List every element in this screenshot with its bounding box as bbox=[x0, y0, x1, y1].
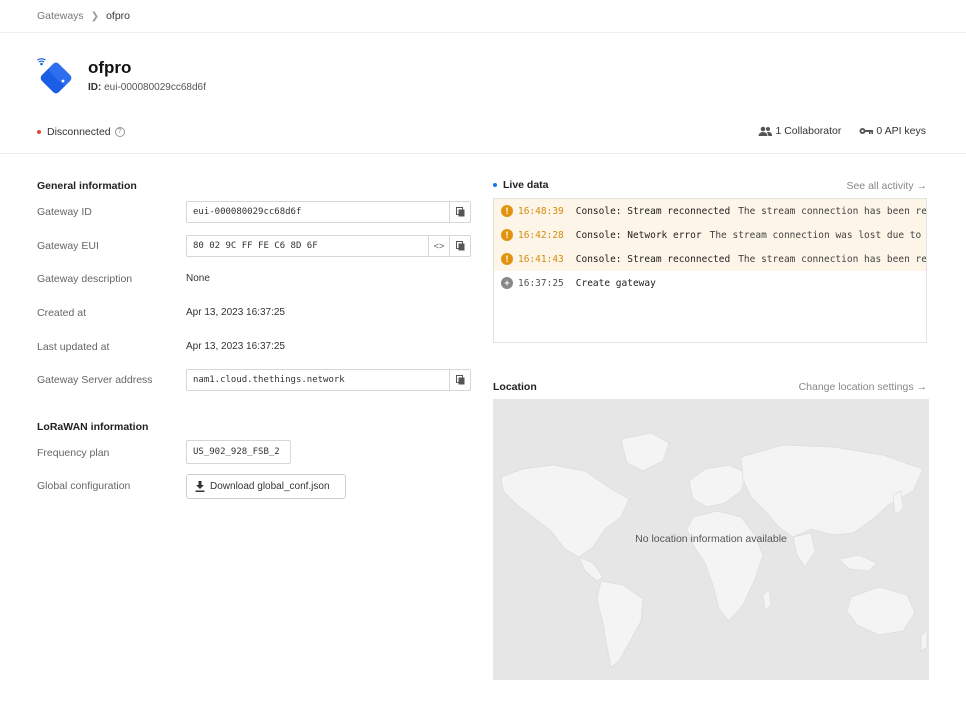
event-row[interactable]: ! 16:48:39 Console: Stream reconnected T… bbox=[494, 199, 926, 223]
collaborators-link[interactable]: 1 Collaborator bbox=[758, 125, 841, 137]
event-time: 16:42:28 bbox=[518, 229, 564, 241]
live-data-panel[interactable]: ! 16:48:39 Console: Stream reconnected T… bbox=[493, 198, 927, 343]
general-info-title: General information bbox=[37, 180, 137, 192]
event-name: Create gateway bbox=[575, 277, 656, 289]
event-name: Console: Network error bbox=[575, 229, 702, 241]
gateway-id-subtitle: ID: eui-000080029cc68d6f bbox=[88, 82, 206, 93]
id-value: eui-000080029cc68d6f bbox=[104, 82, 206, 93]
status-dot-icon bbox=[37, 130, 41, 134]
event-time: 16:41:43 bbox=[518, 253, 564, 265]
divider bbox=[0, 32, 966, 33]
event-row[interactable]: ! 16:42:28 Console: Network error The st… bbox=[494, 223, 926, 247]
page-title: ofpro bbox=[88, 58, 132, 77]
warning-icon: ! bbox=[501, 253, 513, 265]
copy-gateway-id-button[interactable] bbox=[449, 202, 470, 222]
gateway-description-value: None bbox=[186, 273, 210, 284]
chevron-right-icon: ❯ bbox=[90, 10, 100, 22]
divider bbox=[0, 153, 966, 154]
people-icon bbox=[758, 126, 773, 136]
api-keys-count: 0 API keys bbox=[876, 125, 926, 137]
copy-icon bbox=[455, 375, 464, 385]
see-all-activity-link[interactable]: See all activity → bbox=[846, 180, 927, 192]
gateway-eui-field: 80 02 9C FF FE C6 8D 6F <> bbox=[186, 235, 471, 257]
created-at-value: Apr 13, 2023 16:37:25 bbox=[186, 307, 285, 318]
frequency-plan-label: Frequency plan bbox=[37, 447, 110, 459]
collaborators-count: 1 Collaborator bbox=[775, 125, 842, 137]
server-address-value: nam1.cloud.thethings.network bbox=[193, 375, 345, 385]
gateway-id-field: eui-000080029cc68d6f bbox=[186, 201, 471, 223]
code-icon: <> bbox=[433, 241, 445, 251]
copy-icon bbox=[455, 241, 464, 251]
event-row[interactable]: ! 16:41:43 Console: Stream reconnected T… bbox=[494, 247, 926, 271]
breadcrumb-current: ofpro bbox=[106, 10, 131, 22]
api-keys-link[interactable]: 0 API keys bbox=[859, 125, 926, 137]
change-location-settings-link[interactable]: Change location settings → bbox=[799, 381, 927, 393]
download-label: Download global_conf.json bbox=[210, 481, 330, 492]
gateway-eui-value: 80 02 9C FF FE C6 8D 6F bbox=[193, 241, 318, 251]
gateway-id-label: Gateway ID bbox=[37, 206, 92, 218]
plus-icon: + bbox=[501, 277, 513, 289]
key-icon bbox=[859, 128, 874, 134]
live-indicator-icon bbox=[493, 183, 497, 187]
gateway-description-label: Gateway description bbox=[37, 273, 133, 285]
created-at-label: Created at bbox=[37, 307, 87, 319]
breadcrumb: Gateways ❯ ofpro bbox=[37, 9, 130, 23]
event-time: 16:48:39 bbox=[518, 205, 564, 217]
warning-icon: ! bbox=[501, 229, 513, 241]
gateway-icon bbox=[36, 56, 76, 98]
global-configuration-label: Global configuration bbox=[37, 480, 131, 492]
server-address-label: Gateway Server address bbox=[37, 374, 153, 386]
copy-server-address-button[interactable] bbox=[449, 370, 470, 390]
event-description: The stream connection has been re-establ… bbox=[738, 205, 927, 217]
event-name: Console: Stream reconnected bbox=[575, 253, 731, 265]
header-actions: 1 Collaborator 0 API keys bbox=[740, 125, 926, 137]
toggle-byte-order-button[interactable]: <> bbox=[428, 236, 449, 256]
live-data-header: Live data bbox=[493, 179, 549, 191]
gateway-id-value: eui-000080029cc68d6f bbox=[193, 207, 302, 217]
no-location-message: No location information available bbox=[635, 533, 787, 545]
warning-icon: ! bbox=[501, 205, 513, 217]
event-name: Console: Stream reconnected bbox=[575, 205, 731, 217]
event-description: The stream connection has been re-establ… bbox=[738, 253, 927, 265]
download-global-conf-button[interactable]: Download global_conf.json bbox=[186, 474, 346, 499]
help-icon[interactable]: ? bbox=[114, 127, 125, 137]
server-address-field: nam1.cloud.thethings.network bbox=[186, 369, 471, 391]
breadcrumb-gateways-link[interactable]: Gateways bbox=[37, 10, 84, 22]
event-time: 16:37:25 bbox=[518, 277, 564, 289]
id-label: ID: bbox=[88, 82, 102, 93]
last-updated-value: Apr 13, 2023 16:37:25 bbox=[186, 341, 285, 352]
event-row[interactable]: + 16:37:25 Create gateway bbox=[494, 271, 926, 295]
last-updated-label: Last updated at bbox=[37, 341, 110, 353]
copy-gateway-eui-button[interactable] bbox=[449, 236, 470, 256]
status-text: Disconnected bbox=[47, 126, 111, 138]
copy-icon bbox=[455, 207, 464, 217]
gateway-eui-label: Gateway EUI bbox=[37, 240, 99, 252]
lorawan-info-title: LoRaWAN information bbox=[37, 421, 149, 433]
connection-status: Disconnected ? bbox=[37, 126, 125, 138]
event-description: The stream connection was lost due to a … bbox=[709, 229, 926, 241]
location-title: Location bbox=[493, 381, 537, 393]
download-icon bbox=[195, 481, 205, 492]
live-data-title: Live data bbox=[503, 179, 549, 191]
frequency-plan-value: US_902_928_FSB_2 bbox=[186, 440, 291, 464]
